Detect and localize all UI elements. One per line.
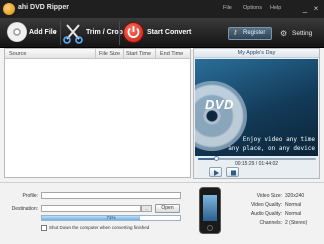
profile-label: Profile:	[22, 193, 38, 199]
column-file-size[interactable]: File Size	[99, 51, 120, 57]
destination-label: Destination:	[11, 206, 38, 212]
channels-label: Channels:	[259, 220, 282, 226]
video-size-value: 320x240	[285, 193, 305, 199]
column-divider	[95, 49, 96, 59]
menu-options[interactable]: Options	[243, 5, 262, 11]
audio-quality-label: Audio Quality:	[250, 211, 282, 217]
title-bar[interactable]: ahi DVD Ripper File Options Help _ ×	[0, 0, 324, 18]
browse-button[interactable]: ...	[141, 205, 152, 212]
video-size-label: Video Size:	[256, 193, 282, 199]
add-file-dropdown-icon[interactable]: ▾	[54, 30, 57, 36]
progress-percent: 71%	[106, 215, 116, 220]
profile-select[interactable]	[41, 192, 181, 199]
device-phone-icon	[199, 187, 221, 234]
column-divider	[123, 49, 124, 59]
preview-tagline-1: Enjoy video any time	[242, 136, 315, 143]
conversion-progress-bar: 71%	[41, 215, 181, 221]
preview-panel: My Apple's Day DVD Enjoy video any time …	[193, 48, 320, 179]
play-icon	[214, 170, 219, 176]
destination-input[interactable]	[41, 205, 141, 212]
file-list[interactable]: Source File Size Start Time End Time	[4, 48, 191, 178]
video-preview: DVD Enjoy video any time any place, on a…	[195, 59, 318, 156]
column-source[interactable]: Source	[9, 51, 26, 57]
close-button[interactable]: ×	[312, 4, 320, 13]
gear-icon: ⚙	[280, 29, 288, 38]
add-file-label: Add File	[29, 29, 57, 36]
minimize-button[interactable]: _	[301, 4, 309, 13]
start-convert-label: Start Convert	[147, 29, 192, 36]
device-screen	[203, 195, 217, 221]
register-label: Register	[243, 30, 266, 36]
column-start-time[interactable]: Start Time	[126, 51, 151, 57]
output-settings: Profile: Destination: ... Open 71% Shut …	[0, 182, 324, 244]
power-icon	[123, 22, 144, 43]
channels-value: 2 (Stereo)	[285, 220, 308, 226]
play-button[interactable]	[209, 167, 222, 177]
stop-button[interactable]	[226, 167, 239, 177]
app-window: ahi DVD Ripper File Options Help _ × Add…	[0, 0, 324, 244]
column-end-time[interactable]: End Time	[160, 51, 183, 57]
register-button[interactable]: ⚷ Register	[228, 27, 272, 40]
file-list-header: Source File Size Start Time End Time	[5, 49, 190, 59]
settings-button[interactable]: ⚙ Setting	[278, 27, 320, 40]
main-toolbar: Add File ▾ Trim / Crop Start Convert ⚷ R…	[0, 18, 324, 48]
column-divider	[155, 49, 156, 59]
key-icon: ⚷	[233, 30, 238, 36]
open-button[interactable]: Open	[155, 204, 180, 213]
shutdown-checkbox[interactable]	[41, 225, 47, 231]
seek-slider[interactable]	[198, 156, 316, 161]
dvd-logo: DVD	[205, 97, 234, 112]
scissors-icon	[63, 24, 83, 44]
video-quality-value: Normal	[285, 202, 302, 208]
shutdown-label: Shut Down the computer when converting f…	[49, 225, 150, 230]
app-title: ahi DVD Ripper	[18, 4, 69, 11]
seek-progress	[198, 158, 216, 160]
preview-tagline-2: any place, on any device	[228, 145, 315, 152]
menu-file[interactable]: File	[223, 5, 232, 11]
toolbar-separator	[60, 21, 61, 45]
menu-help[interactable]: Help	[270, 5, 281, 11]
device-home-button	[207, 225, 213, 231]
audio-quality-value: Normal	[285, 211, 302, 217]
video-quality-label: Video Quality:	[250, 202, 282, 208]
trim-crop-label: Trim / Crop	[86, 29, 123, 36]
disc-icon	[7, 22, 27, 42]
preview-title: My Apple's Day	[194, 49, 319, 58]
stop-icon	[231, 170, 236, 176]
app-logo-icon	[3, 3, 15, 15]
toolbar-separator	[119, 21, 120, 45]
settings-label: Setting	[292, 30, 313, 37]
